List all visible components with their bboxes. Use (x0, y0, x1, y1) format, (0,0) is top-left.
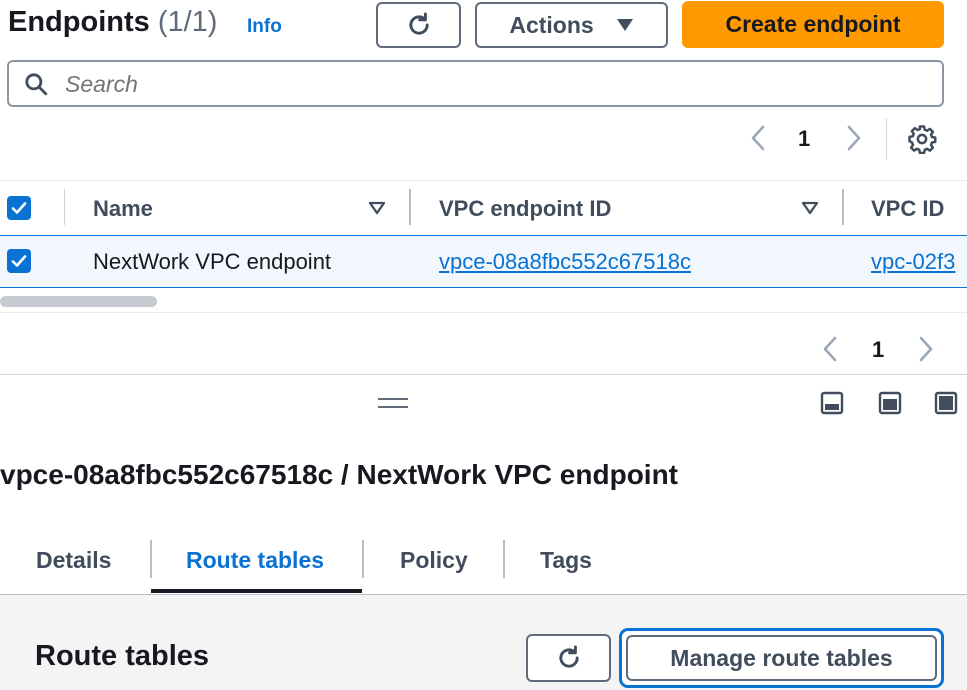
search-icon (23, 71, 49, 97)
table-row[interactable]: NextWork VPC endpoint vpce-08a8fbc552c67… (0, 235, 967, 288)
row-vpc-id-link[interactable]: vpc-02f3 (871, 249, 955, 275)
column-resizer[interactable] (842, 189, 844, 225)
pagination-divider (886, 118, 887, 160)
tab-divider (362, 540, 364, 578)
table-header: Name VPC endpoint ID VPC ID (0, 180, 967, 235)
tab-divider (150, 540, 152, 578)
panel-full-icon[interactable] (934, 391, 958, 415)
prev-page-icon[interactable] (748, 124, 768, 152)
search-box[interactable] (7, 60, 944, 107)
column-header-name[interactable]: Name (93, 196, 153, 222)
split-panel-top-border (0, 374, 967, 375)
tab-details[interactable]: Details (36, 547, 111, 574)
sort-icon[interactable] (801, 201, 819, 215)
tab-tags[interactable]: Tags (540, 547, 592, 574)
page-number[interactable]: 1 (798, 126, 810, 152)
next-page-icon[interactable] (916, 335, 936, 363)
refresh-route-tables-button[interactable] (526, 634, 611, 682)
row-endpoint-id-link[interactable]: vpce-08a8fbc552c67518c (439, 249, 691, 275)
drag-handle-icon[interactable] (377, 396, 409, 410)
manage-route-tables-label: Manage route tables (670, 644, 893, 671)
row-name: NextWork VPC endpoint (93, 249, 332, 274)
select-all-checkbox[interactable] (7, 196, 31, 220)
column-header-vpc-id[interactable]: VPC ID (871, 196, 944, 222)
column-header-endpoint-id[interactable]: VPC endpoint ID (439, 196, 611, 222)
gear-icon[interactable] (907, 124, 937, 154)
sort-icon[interactable] (368, 201, 386, 215)
panel-bottom-icon[interactable] (820, 391, 844, 415)
info-link[interactable]: Info (247, 16, 282, 38)
create-endpoint-button[interactable]: Create endpoint (682, 1, 944, 48)
section-title: Route tables (35, 640, 210, 672)
page-title: Endpoints (1/1) (8, 6, 217, 39)
column-divider (64, 189, 65, 225)
tab-policy[interactable]: Policy (400, 547, 468, 574)
tab-route-tables[interactable]: Route tables (186, 547, 324, 574)
actions-button[interactable]: Actions (475, 2, 668, 48)
refresh-button[interactable] (376, 2, 461, 48)
horizontal-scrollbar[interactable] (0, 296, 157, 307)
refresh-icon (555, 644, 583, 672)
row-checkbox[interactable] (7, 249, 31, 273)
selected-count: (1/1) (157, 6, 218, 38)
column-resizer[interactable] (409, 189, 411, 225)
actions-label: Actions (509, 11, 594, 38)
search-input[interactable] (63, 68, 923, 100)
refresh-icon (405, 11, 433, 39)
divider (0, 312, 967, 313)
caret-down-icon (616, 18, 634, 32)
page-title-text: Endpoints (8, 6, 150, 38)
next-page-icon[interactable] (844, 124, 864, 152)
active-tab-indicator (151, 589, 362, 593)
detail-title: vpce-08a8fbc552c67518c / NextWork VPC en… (0, 459, 679, 490)
tab-divider (503, 540, 505, 578)
create-endpoint-label: Create endpoint (725, 11, 901, 37)
manage-route-tables-inner: Manage route tables (626, 635, 937, 681)
panel-side-icon[interactable] (878, 391, 902, 415)
manage-route-tables-button[interactable]: Manage route tables (619, 628, 944, 688)
page-number[interactable]: 1 (872, 337, 884, 363)
prev-page-icon[interactable] (820, 335, 840, 363)
